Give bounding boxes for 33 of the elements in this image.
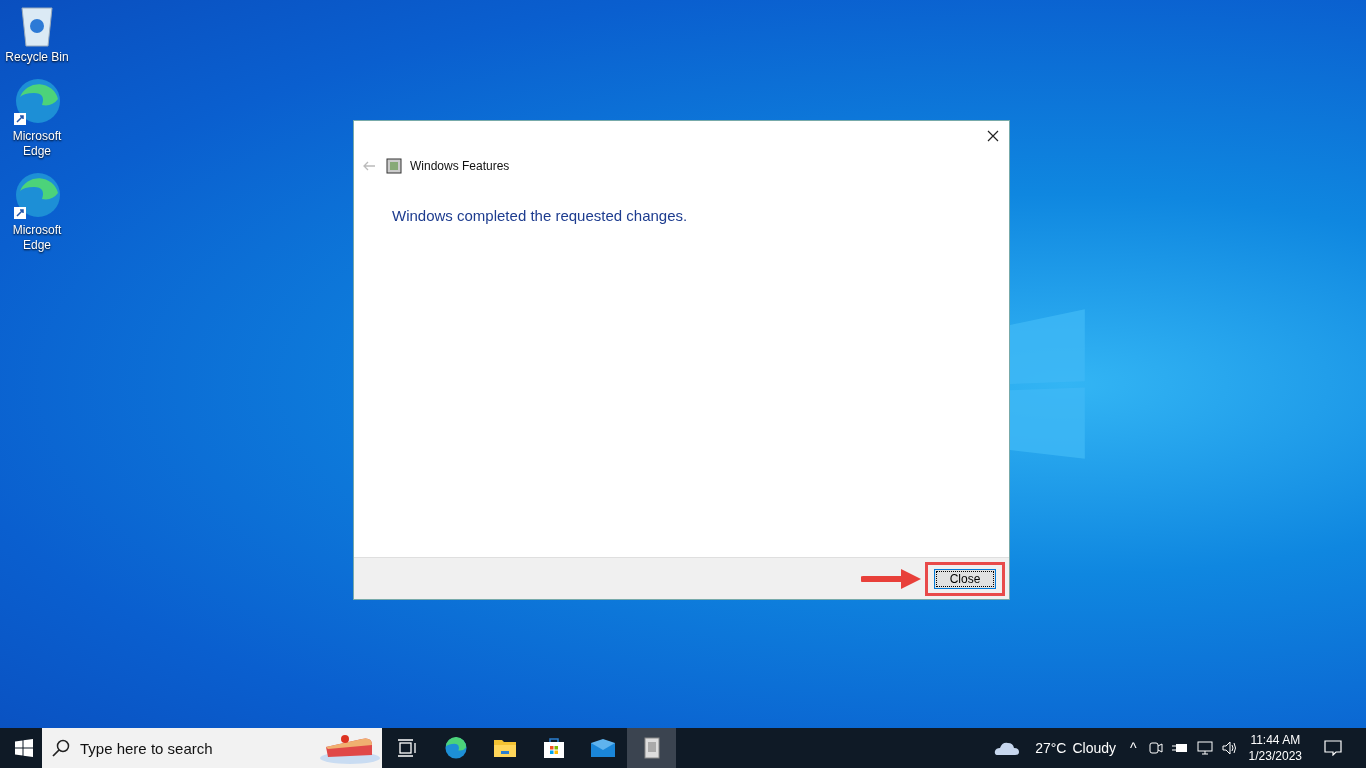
camera-icon[interactable] xyxy=(1148,740,1163,756)
arrow-annotation xyxy=(861,566,923,591)
task-view-icon xyxy=(396,739,417,757)
search-input[interactable]: Type here to search xyxy=(78,738,304,758)
cloud-icon[interactable] xyxy=(994,740,1021,756)
desktop-icon-label[interactable]: Microsoft Edge xyxy=(2,129,72,159)
edge-icon[interactable] xyxy=(12,171,62,221)
taskbar-app-button[interactable] xyxy=(627,728,676,768)
network-icon[interactable] xyxy=(1196,741,1213,755)
features-app-icon xyxy=(386,158,402,174)
desktop-icon-label[interactable]: Microsoft Edge xyxy=(2,223,72,253)
edge-icon xyxy=(443,736,468,760)
battery-icon[interactable] xyxy=(1171,742,1188,754)
tray-chevron[interactable]: ^ xyxy=(1130,740,1137,756)
clock-time[interactable]: 11:44 AM xyxy=(1250,732,1301,748)
folder-icon xyxy=(492,738,517,758)
speaker-icon[interactable] xyxy=(1221,741,1238,755)
mail-envelope-icon xyxy=(590,739,615,757)
edge-icon[interactable] xyxy=(12,77,62,127)
weather-condition[interactable]: Cloudy xyxy=(1072,740,1117,756)
search-icon xyxy=(52,739,70,757)
dialog-title: Windows Features xyxy=(410,159,510,173)
clock-date[interactable]: 1/23/2023 xyxy=(1248,748,1302,764)
desktop-icon-label[interactable]: Recycle Bin xyxy=(2,50,72,65)
windows-start-icon[interactable] xyxy=(15,739,33,757)
search-field[interactable]: Type here to search xyxy=(42,728,382,768)
close-button[interactable]: Close xyxy=(934,568,996,589)
weather-temperature[interactable]: 27°C xyxy=(1035,740,1067,756)
notification-icon[interactable] xyxy=(1324,740,1342,756)
features-app-icon xyxy=(642,736,661,760)
status-message: Windows completed the requested changes. xyxy=(392,207,689,224)
close-icon[interactable] xyxy=(985,128,1001,144)
store-bag-icon xyxy=(542,737,565,759)
